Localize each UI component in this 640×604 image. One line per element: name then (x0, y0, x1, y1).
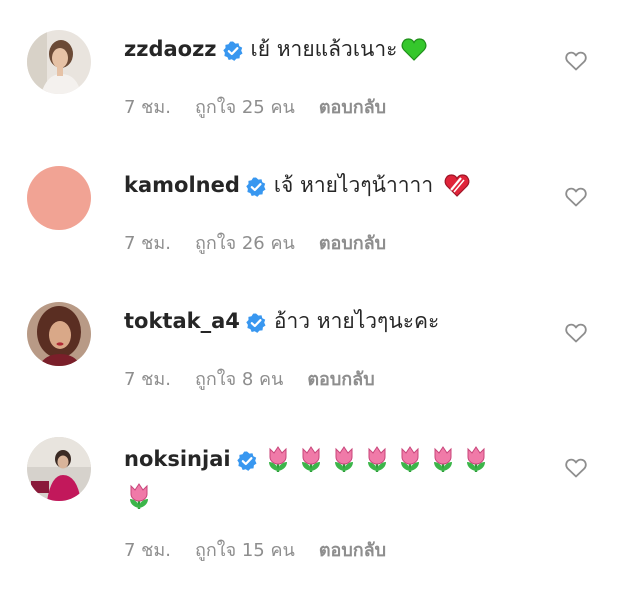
tulip-icon (397, 445, 423, 473)
tulip-emoji-row (126, 482, 159, 510)
reply-button[interactable]: ตอบกลับ (307, 369, 374, 390)
comment-meta: 7 ชม. ถูกใจ 25 คน ตอบกลับ (124, 96, 410, 120)
comment-text: เย้ หายแล้วเนาะ (250, 37, 398, 61)
comment-time: 7 ชม. (124, 540, 171, 561)
username-link[interactable]: noksinjai (124, 444, 231, 474)
tulip-icon (364, 445, 390, 473)
like-heart-icon[interactable] (565, 51, 587, 71)
verified-badge-icon (222, 39, 243, 61)
comment-meta: 7 ชม. ถูกใจ 26 คน ตอบกลับ (124, 232, 410, 256)
reply-button[interactable]: ตอบกลับ (319, 540, 386, 561)
like-heart-icon[interactable] (565, 458, 587, 478)
tulip-icon (430, 445, 456, 473)
comment-time: 7 ชม. (124, 233, 171, 254)
tulip-icon (463, 445, 489, 473)
green-heart-icon (401, 36, 427, 62)
verified-badge-icon (236, 449, 257, 471)
tulip-icon (331, 445, 357, 473)
likes-count[interactable]: ถูกใจ 15 คน (195, 540, 295, 561)
reply-button[interactable]: ตอบกลับ (319, 233, 386, 254)
comment-line: noksinjai (124, 444, 496, 474)
avatar[interactable] (27, 166, 91, 230)
comment-meta: 7 ชม. ถูกใจ 15 คน ตอบกลับ (124, 539, 410, 563)
comment-line: toktak_a4 อ้าว หายไวๆนะคะ (124, 306, 439, 336)
likes-count[interactable]: ถูกใจ 26 คน (195, 233, 295, 254)
avatar[interactable] (27, 30, 91, 94)
username-link[interactable]: toktak_a4 (124, 306, 240, 336)
like-heart-icon[interactable] (565, 323, 587, 343)
tulip-emoji-row (265, 445, 496, 473)
mending-heart-icon (443, 172, 470, 198)
likes-count[interactable]: ถูกใจ 25 คน (195, 97, 295, 118)
comment-text: อ้าว หายไวๆนะคะ (273, 309, 440, 333)
avatar[interactable] (27, 302, 91, 366)
like-heart-icon[interactable] (565, 187, 587, 207)
tulip-icon (298, 445, 324, 473)
username-link[interactable]: kamolned (124, 170, 240, 200)
comment-time: 7 ชม. (124, 97, 171, 118)
comment-time: 7 ชม. (124, 369, 171, 390)
comment-text: เจ้ หายไวๆน้าาาา (273, 173, 434, 197)
verified-badge-icon (246, 175, 266, 197)
likes-count[interactable]: ถูกใจ 8 คน (195, 369, 283, 390)
comment-meta: 7 ชม. ถูกใจ 8 คน ตอบกลับ (124, 368, 399, 392)
tulip-icon (265, 445, 291, 473)
comment-line: kamolned เจ้ หายไวๆน้าาาา (124, 170, 476, 200)
avatar[interactable] (27, 437, 91, 501)
verified-badge-icon (246, 311, 266, 333)
reply-button[interactable]: ตอบกลับ (319, 97, 386, 118)
username-link[interactable]: zzdaozz (124, 34, 217, 64)
comment-line: zzdaozz เย้ หายแล้วเนาะ (124, 34, 434, 64)
tulip-icon (126, 482, 152, 510)
